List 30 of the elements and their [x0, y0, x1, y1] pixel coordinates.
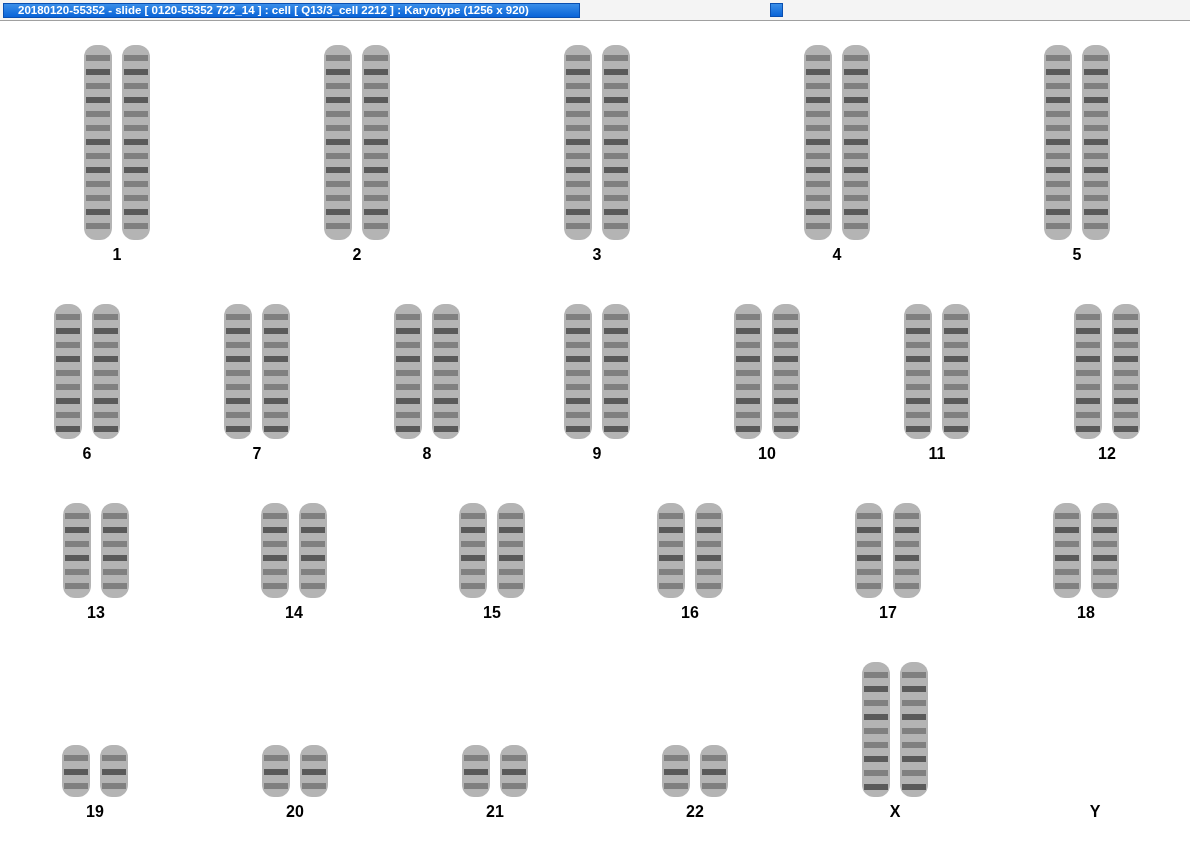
chromosome-label: 8 — [422, 445, 432, 463]
chromosome-label: 7 — [252, 445, 262, 463]
chromosome-label: 3 — [592, 246, 602, 264]
chromosome-label: 5 — [1072, 246, 1082, 264]
chromosome-label: 12 — [1098, 445, 1116, 463]
chromosome-label: 13 — [87, 604, 105, 622]
chromosome-label: 21 — [486, 803, 504, 821]
chromosome-label: 9 — [592, 445, 602, 463]
chromosome-label: 18 — [1077, 604, 1095, 622]
chromosome-label: 6 — [82, 445, 92, 463]
chromosome-label: Y — [1089, 803, 1101, 821]
chromosome-pair-drawing — [62, 745, 128, 797]
chromosome-label: 1 — [112, 246, 122, 264]
chromosome-pair-drawing — [262, 745, 328, 797]
chromosome-label: 20 — [286, 803, 304, 821]
chromosome-label: 11 — [928, 445, 946, 463]
chromosome-label: 16 — [681, 604, 699, 622]
chromosome-label: 14 — [285, 604, 303, 622]
chromosome-label: 15 — [483, 604, 501, 622]
chromosome-label: 19 — [86, 803, 104, 821]
chromosome-label: 22 — [686, 803, 704, 821]
chromosome-label: X — [889, 803, 901, 821]
indicator-square — [770, 3, 783, 17]
window-title: 20180120-55352 - slide [ 0120-55352 722_14 ] : cell [ Q13/3_cell 2212 ] : Karyotype (1256 x 920) — [3, 2, 580, 18]
chromosome-label: 17 — [879, 604, 897, 622]
chromosome-label: 2 — [352, 246, 362, 264]
chromosome-pair-drawing — [662, 745, 728, 797]
chromosome-label: 4 — [832, 246, 842, 264]
chromosome-label: 10 — [758, 445, 776, 463]
chromosome-pair-drawing — [462, 745, 528, 797]
